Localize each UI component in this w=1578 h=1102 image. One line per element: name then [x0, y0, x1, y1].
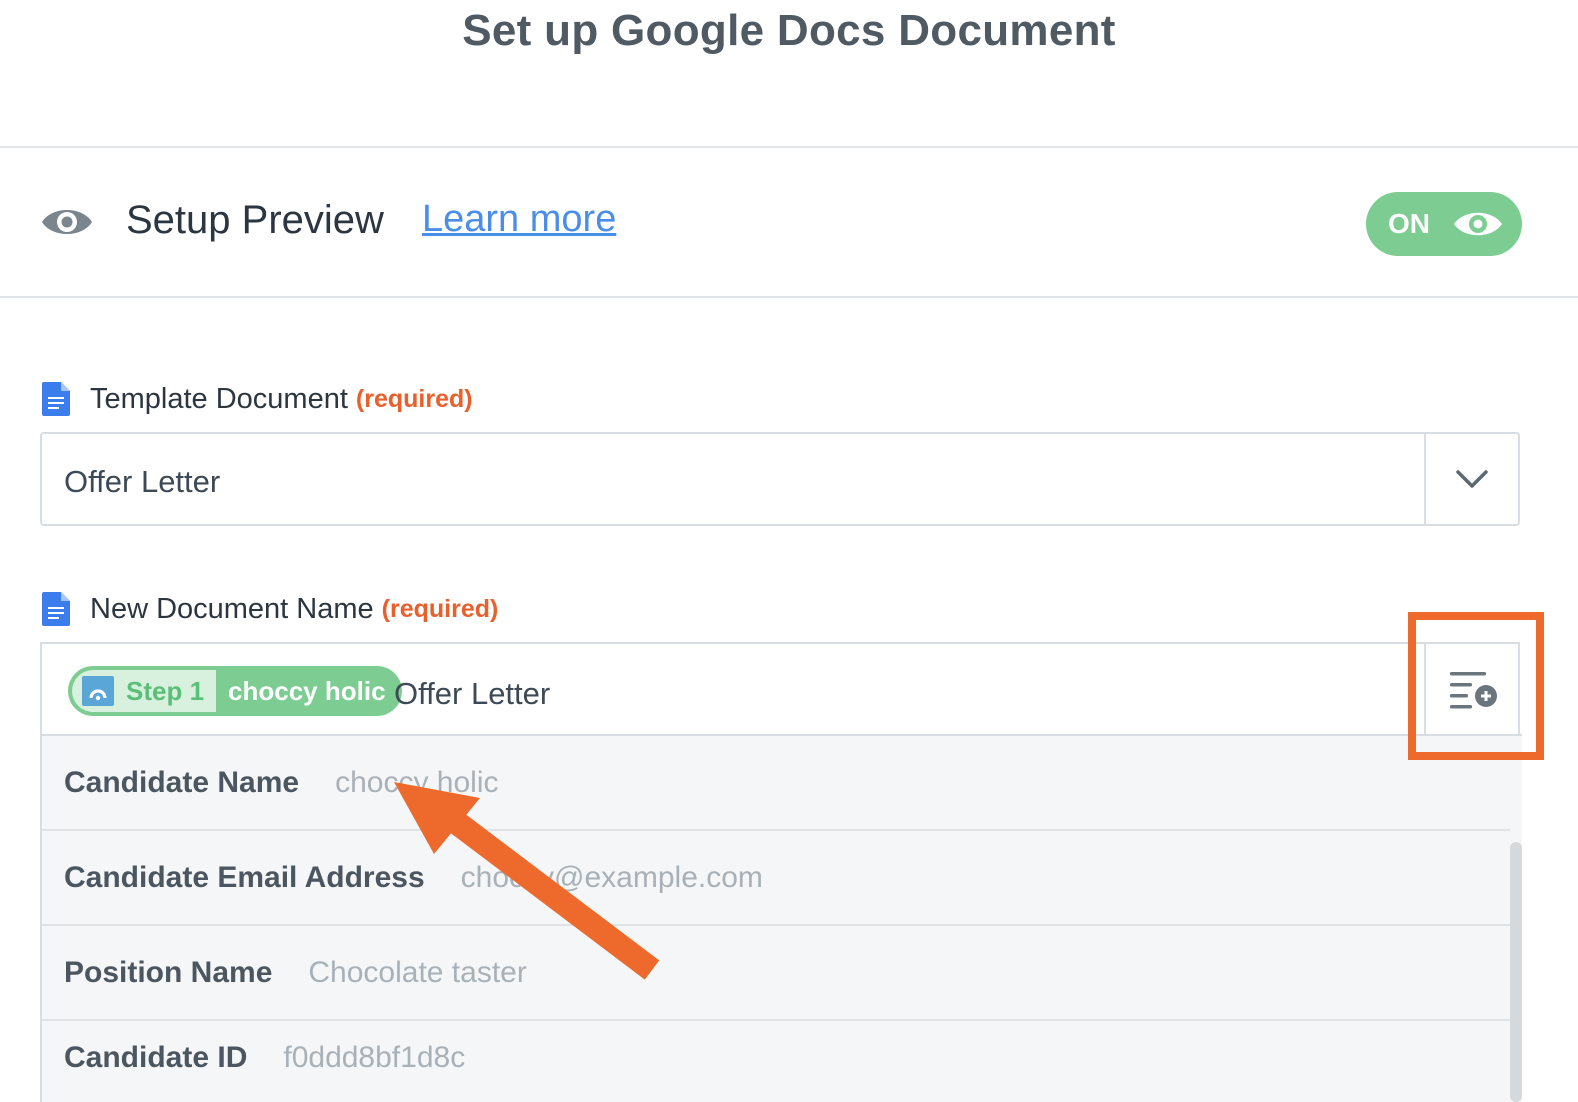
template-document-label-text: Template Document [90, 382, 348, 415]
toggle-label: ON [1388, 208, 1430, 239]
token-step: Step 1 [72, 670, 217, 712]
new-document-name-label-text: New Document Name [90, 592, 374, 625]
template-document-select[interactable]: Offer Letter [40, 432, 1520, 526]
option-label: Position Name [64, 955, 273, 989]
dropdown-scrollbar[interactable] [1510, 842, 1522, 1102]
annotation-arrow-icon [394, 782, 660, 980]
required-marker: (required) [381, 594, 499, 623]
preview-toggle[interactable]: ON [1366, 192, 1522, 256]
learn-more-link[interactable]: Learn more [422, 198, 616, 241]
new-document-name-input[interactable]: Step 1 choccy holic Offer Letter [40, 642, 1520, 736]
option-label: Candidate Email Address [64, 860, 425, 894]
page-title: Set up Google Docs Document [462, 6, 1116, 55]
eye-icon [1454, 212, 1502, 236]
trigger-app-icon [82, 676, 114, 706]
field-token[interactable]: Step 1 choccy holic [68, 666, 402, 716]
setup-preview-title: Setup Preview [126, 198, 384, 242]
chevron-down-icon[interactable] [1454, 464, 1490, 494]
token-value: choccy holic [228, 675, 386, 706]
dropdown-option[interactable]: Position Name Chocolate taster [42, 926, 1510, 1021]
eye-icon [42, 210, 92, 234]
option-label: Candidate Name [64, 765, 300, 799]
option-label: Candidate ID [64, 1040, 248, 1074]
template-document-label: Template Document (required) [42, 382, 473, 416]
annotation-highlight-box [1408, 612, 1544, 760]
input-text: Offer Letter [394, 676, 551, 711]
dropdown-option[interactable]: Candidate Email Address choccy@example.c… [42, 831, 1510, 926]
dropdown-option[interactable]: Candidate ID f0ddd8bf1d8c [42, 1010, 1510, 1102]
required-marker: (required) [355, 384, 473, 413]
select-divider [1424, 434, 1426, 524]
new-document-name-label: New Document Name (required) [42, 592, 498, 626]
dropdown-option[interactable]: Candidate Name choccy holic [42, 736, 1510, 831]
header-divider [0, 146, 1578, 148]
template-document-value: Offer Letter [64, 464, 221, 499]
preview-divider [0, 296, 1578, 298]
google-docs-icon [42, 382, 70, 416]
google-docs-icon [42, 592, 70, 626]
option-value: f0ddd8bf1d8c [283, 1040, 466, 1074]
field-dropdown[interactable]: Candidate Name choccy holic Candidate Em… [40, 734, 1522, 1102]
token-step-label: Step 1 [126, 675, 205, 706]
